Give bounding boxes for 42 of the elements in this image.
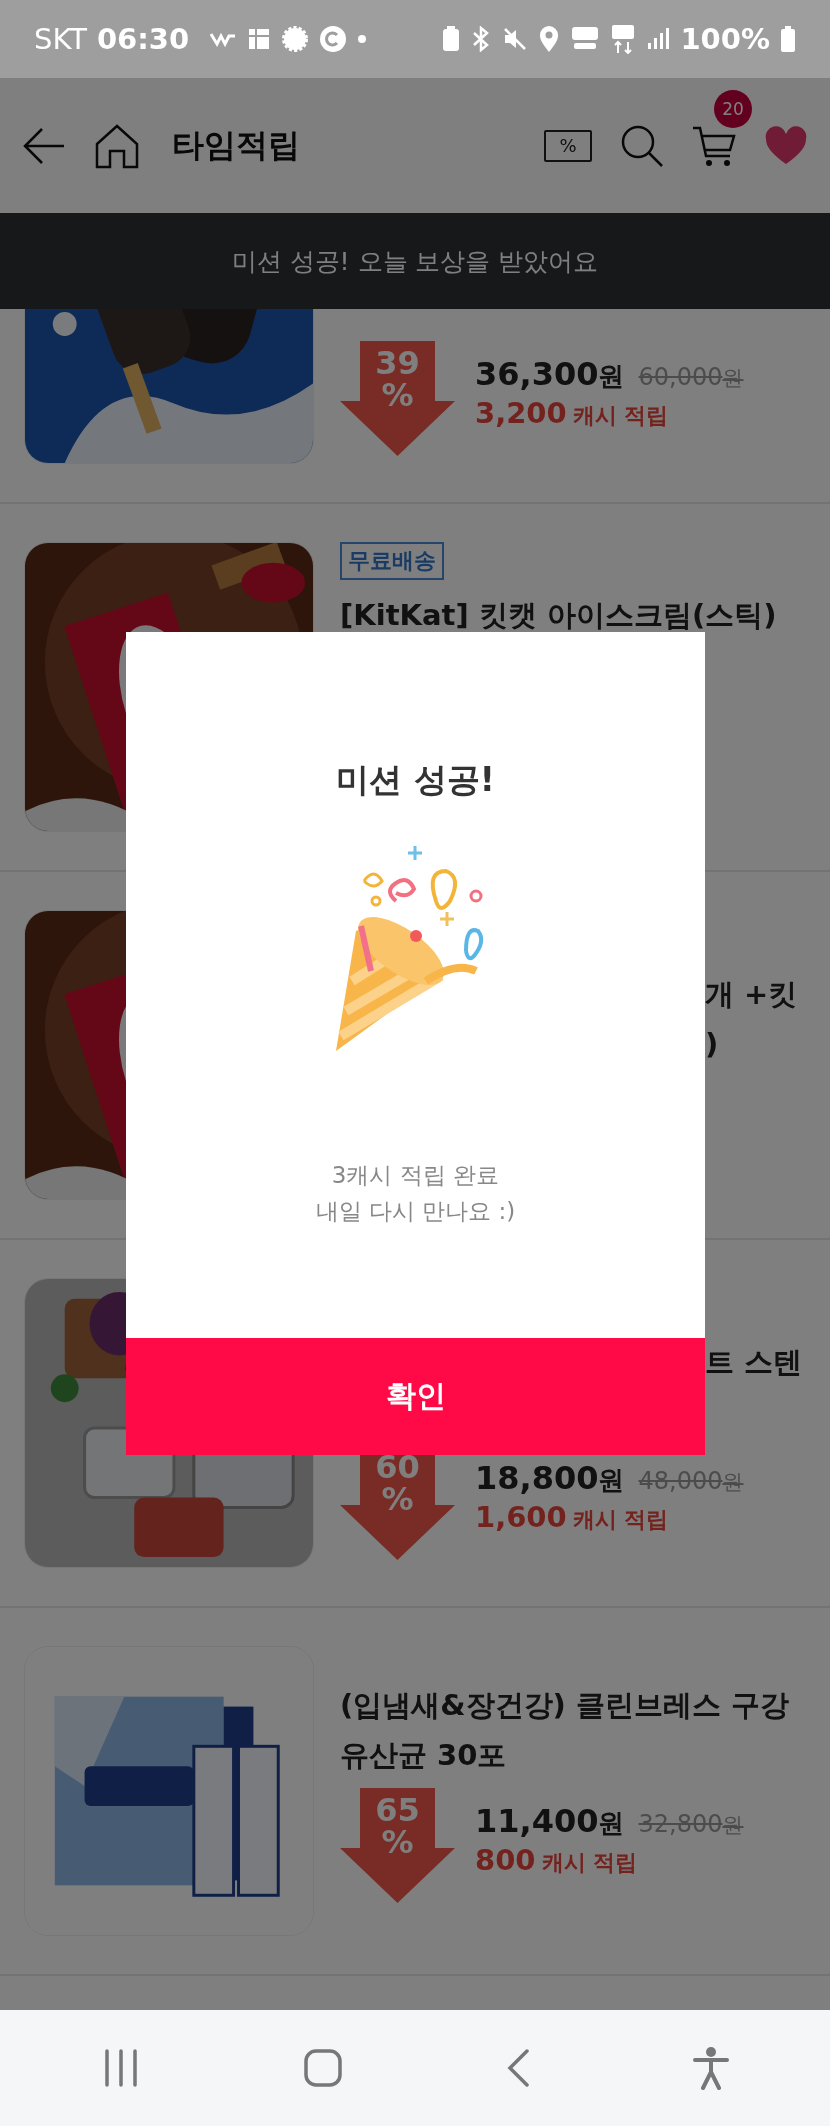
accessibility-icon[interactable]: [693, 2046, 729, 2090]
discount-arrow-icon: [340, 1787, 455, 1903]
home-button-icon[interactable]: [303, 2048, 343, 2088]
battery-saver-icon: [442, 26, 461, 52]
dialog-title: 미션 성공!: [336, 759, 495, 801]
dot-icon: [357, 34, 368, 44]
sale-price: 18,800원: [475, 1458, 625, 1498]
product-title: (입냄새&장건강) 클린브레스 구강: [340, 1687, 789, 1722]
battery-icon: [780, 25, 796, 53]
product-title: 트 스텐: [705, 1344, 803, 1379]
battery-level: 100%: [680, 22, 770, 56]
copyright-icon: [319, 25, 348, 53]
cash-reward: 800 캐시 적립: [475, 1842, 639, 1878]
product-title: ): [705, 1026, 719, 1061]
discount-arrow-icon: [340, 340, 455, 456]
page-title: 타임적립: [172, 124, 300, 166]
back-button-icon[interactable]: [505, 2048, 531, 2088]
product-title: 유산균 30포: [340, 1737, 507, 1772]
product-title: [KitKat] 킷캣 아이스크림(스틱): [340, 598, 777, 632]
location-icon: [538, 25, 561, 53]
badge-icon: [281, 25, 310, 53]
discount-rate: 39 %: [375, 346, 420, 411]
cash-reward: 3,200 캐시 적립: [475, 395, 670, 431]
confirm-button[interactable]: 확인: [126, 1338, 705, 1455]
cash-reward: 1,600 캐시 적립: [475, 1499, 670, 1535]
sale-price: 36,300원: [475, 354, 625, 394]
toast-message: 미션 성공! 오늘 보상을 받았어요: [0, 213, 830, 309]
signal-icon: [646, 27, 671, 51]
home-icon[interactable]: [94, 122, 140, 169]
clock: 06:30: [96, 22, 190, 56]
search-icon[interactable]: [620, 123, 664, 168]
cart-count-badge: 20: [714, 89, 752, 128]
product-title: 개 +킷: [705, 976, 798, 1011]
reward-message: 3캐시 적립 완료 내일 다시 만나요 :): [315, 1161, 516, 1226]
free-shipping-badge: 무료배송: [340, 542, 444, 580]
network-icon: [610, 24, 637, 54]
discount-rate: 65 %: [375, 1793, 420, 1858]
sale-price: 11,400원: [475, 1801, 625, 1841]
carrier-name: SKT: [34, 22, 87, 56]
coupon-icon[interactable]: %: [544, 129, 592, 162]
grid-icon: [247, 27, 272, 51]
heart-icon[interactable]: [764, 125, 808, 166]
